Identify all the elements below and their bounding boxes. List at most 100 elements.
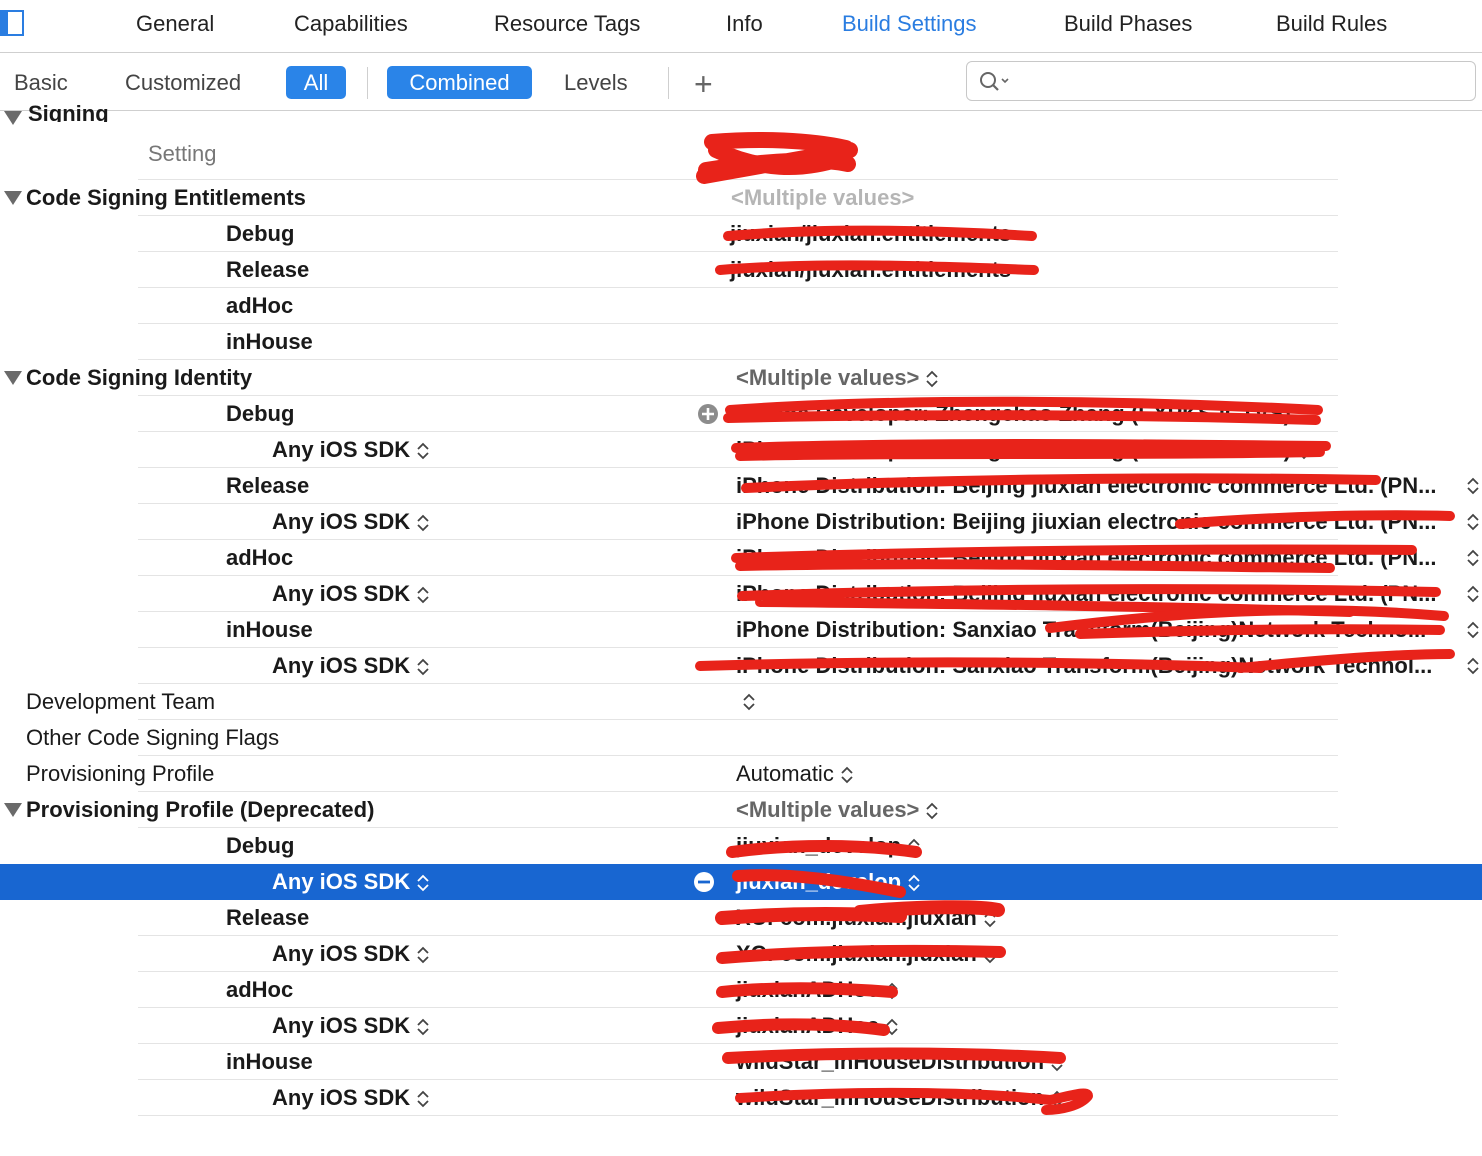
popup-arrows-icon[interactable] <box>885 1017 899 1037</box>
setting-value[interactable]: iPhone Distribution: Beijing jiuxian ele… <box>736 576 1456 612</box>
setting-value[interactable]: wildStar_inHouseDistribution <box>736 1044 1064 1080</box>
filter-separator-2 <box>668 67 669 99</box>
setting-value[interactable]: iPhone Developer: Zhengchao Zhang (EXPKS… <box>736 396 1311 432</box>
setting-row-identity-release[interactable]: Release iPhone Distribution: Beijing jiu… <box>0 468 1482 504</box>
setting-row-provisioning-profile[interactable]: Provisioning Profile Automatic <box>0 756 1482 792</box>
setting-row-development-team[interactable]: Development Team <box>0 684 1482 720</box>
setting-row-entitlements-adhoc[interactable]: adHoc <box>0 288 1482 324</box>
setting-row-code-signing-identity[interactable]: Code Signing Identity <Multiple values> <box>0 360 1482 396</box>
setting-row-profile-adhoc-sdk[interactable]: Any iOS SDK jiuxianADHoc <box>0 1008 1482 1044</box>
setting-row-identity-adhoc-sdk[interactable]: Any iOS SDK iPhone Distribution: Beijing… <box>0 576 1482 612</box>
setting-value[interactable]: iPhone Distribution: Beijing jiuxian ele… <box>736 504 1456 540</box>
setting-row-other-code-signing-flags[interactable]: Other Code Signing Flags <box>0 720 1482 756</box>
setting-row-profile-adhoc[interactable]: adHoc jiuxianADHoc <box>0 972 1482 1008</box>
setting-value[interactable]: XC: com.jiuxian.jiuxian <box>736 936 997 972</box>
popup-arrows-icon[interactable] <box>983 945 997 965</box>
popup-arrows-icon[interactable] <box>1050 1053 1064 1073</box>
popup-arrows-icon[interactable] <box>416 441 430 461</box>
setting-value[interactable]: <Multiple values> <box>736 792 939 828</box>
setting-row-identity-inhouse-sdk[interactable]: Any iOS SDK iPhone Distribution: Sanxiao… <box>0 648 1482 684</box>
filter-basic[interactable]: Basic <box>14 70 68 96</box>
popup-arrows-icon[interactable] <box>907 837 921 857</box>
setting-row-provisioning-profile-deprecated[interactable]: Provisioning Profile (Deprecated) <Multi… <box>0 792 1482 828</box>
setting-value[interactable]: jiuxian_develop <box>736 828 921 864</box>
popup-arrows-icon[interactable] <box>416 513 430 533</box>
setting-row-identity-inhouse[interactable]: inHouse iPhone Distribution: Sanxiao Tra… <box>0 612 1482 648</box>
setting-row-profile-debug-sdk-selected[interactable]: Any iOS SDK jiuxian_develop <box>0 864 1482 900</box>
popup-arrows-icon[interactable] <box>416 945 430 965</box>
popup-arrows-icon[interactable] <box>1466 656 1480 676</box>
filter-customized[interactable]: Customized <box>125 70 241 96</box>
setting-row-identity-debug[interactable]: Debug iPhone Developer: Zhengchao Zhang … <box>0 396 1482 432</box>
popup-arrows-icon[interactable] <box>1466 620 1480 640</box>
disclosure-triangle-icon[interactable] <box>4 111 22 125</box>
popup-arrows-icon[interactable] <box>840 765 854 785</box>
setting-row-entitlements-release[interactable]: Release jiuxian/jiuxian.entitlements <box>0 252 1482 288</box>
setting-value[interactable]: iPhone Distribution: Beijing jiuxian ele… <box>736 468 1456 504</box>
setting-value[interactable]: iPhone Developer: Zhengchao Zhang (EXPKS… <box>736 432 1311 468</box>
tab-general[interactable]: General <box>136 11 214 37</box>
setting-row-profile-inhouse-sdk[interactable]: Any iOS SDK wildStar_inHouseDistribution <box>0 1080 1482 1116</box>
setting-value[interactable]: Automatic <box>736 756 854 792</box>
popup-arrows-icon[interactable] <box>742 692 756 712</box>
setting-value[interactable]: jiuxian/jiuxian.entitlements <box>730 216 1011 252</box>
popup-arrows-icon[interactable] <box>925 369 939 389</box>
popup-arrows-icon[interactable] <box>1050 1089 1064 1109</box>
tab-resource-tags[interactable]: Resource Tags <box>494 11 640 37</box>
add-condition-icon[interactable] <box>697 403 719 425</box>
popup-arrows-icon[interactable] <box>1297 405 1311 425</box>
popup-arrows-icon[interactable] <box>885 981 899 1001</box>
setting-value[interactable]: jiuxianADHoc <box>736 972 899 1008</box>
setting-row-identity-release-sdk[interactable]: Any iOS SDK iPhone Distribution: Beijing… <box>0 504 1482 540</box>
popup-arrows-icon[interactable] <box>983 909 997 929</box>
popup-arrows-icon[interactable] <box>1466 548 1480 568</box>
tab-capabilities[interactable]: Capabilities <box>294 11 408 37</box>
setting-row-profile-release[interactable]: Release XC: com.jiuxian.jiuxian <box>0 900 1482 936</box>
setting-value[interactable]: XC: com.jiuxian.jiuxian <box>736 900 997 936</box>
setting-value[interactable]: <Multiple values> <box>736 360 939 396</box>
popup-arrows-icon[interactable] <box>416 657 430 677</box>
tab-build-phases[interactable]: Build Phases <box>1064 11 1192 37</box>
setting-value[interactable]: wildStar_inHouseDistribution <box>736 1080 1064 1116</box>
setting-value[interactable]: <Multiple values> <box>731 180 914 216</box>
setting-value[interactable]: jiuxian_develop <box>736 864 921 900</box>
setting-row-code-signing-entitlements[interactable]: Code Signing Entitlements <Multiple valu… <box>0 180 1482 216</box>
tab-info[interactable]: Info <box>726 11 763 37</box>
remove-condition-icon[interactable] <box>693 871 715 893</box>
popup-arrows-icon[interactable] <box>1466 512 1480 532</box>
setting-row-entitlements-inhouse[interactable]: inHouse <box>0 324 1482 360</box>
popup-arrows-icon[interactable] <box>416 585 430 605</box>
filter-levels[interactable]: Levels <box>564 70 628 96</box>
setting-value[interactable]: iPhone Distribution: Beijing jiuxian ele… <box>736 540 1456 576</box>
tab-build-rules[interactable]: Build Rules <box>1276 11 1387 37</box>
popup-arrows-icon[interactable] <box>1466 476 1480 496</box>
popup-arrows-icon[interactable] <box>907 873 921 893</box>
disclosure-triangle-icon[interactable] <box>4 191 22 205</box>
sidebar-toggle-icon[interactable] <box>0 10 24 36</box>
popup-arrows-icon[interactable] <box>416 1089 430 1109</box>
filter-all-button[interactable]: All <box>286 66 346 99</box>
filter-combined-button[interactable]: Combined <box>387 66 532 99</box>
search-input[interactable] <box>966 61 1476 101</box>
popup-arrows-icon[interactable] <box>416 1017 430 1037</box>
popup-arrows-icon[interactable] <box>925 801 939 821</box>
disclosure-triangle-icon[interactable] <box>4 371 22 385</box>
setting-row-identity-adhoc[interactable]: adHoc iPhone Distribution: Beijing jiuxi… <box>0 540 1482 576</box>
popup-arrows-icon[interactable] <box>416 873 430 893</box>
popup-arrows-icon[interactable] <box>1466 584 1480 604</box>
setting-row-entitlements-debug[interactable]: Debug jiuxian/jiuxian.entitlements <box>0 216 1482 252</box>
setting-row-profile-release-sdk[interactable]: Any iOS SDK XC: com.jiuxian.jiuxian <box>0 936 1482 972</box>
setting-row-identity-debug-sdk[interactable]: Any iOS SDK iPhone Developer: Zhengchao … <box>0 432 1482 468</box>
setting-value[interactable]: iPhone Distribution: Sanxiao Transform(B… <box>736 612 1456 648</box>
setting-value[interactable]: iPhone Distribution: Sanxiao Transform(B… <box>736 648 1456 684</box>
popup-arrows-icon[interactable] <box>1297 441 1311 461</box>
setting-value[interactable]: jiuxianADHoc <box>736 1008 899 1044</box>
tab-build-settings[interactable]: Build Settings <box>842 11 977 37</box>
add-setting-button[interactable]: + <box>694 68 713 100</box>
setting-value[interactable]: jiuxian/jiuxian.entitlements <box>730 252 1011 288</box>
setting-row-profile-debug[interactable]: Debug jiuxian_develop <box>0 828 1482 864</box>
setting-label: Any iOS SDK <box>272 576 430 612</box>
setting-label: Release <box>226 257 310 282</box>
disclosure-triangle-icon[interactable] <box>4 803 22 817</box>
setting-row-profile-inhouse[interactable]: inHouse wildStar_inHouseDistribution <box>0 1044 1482 1080</box>
